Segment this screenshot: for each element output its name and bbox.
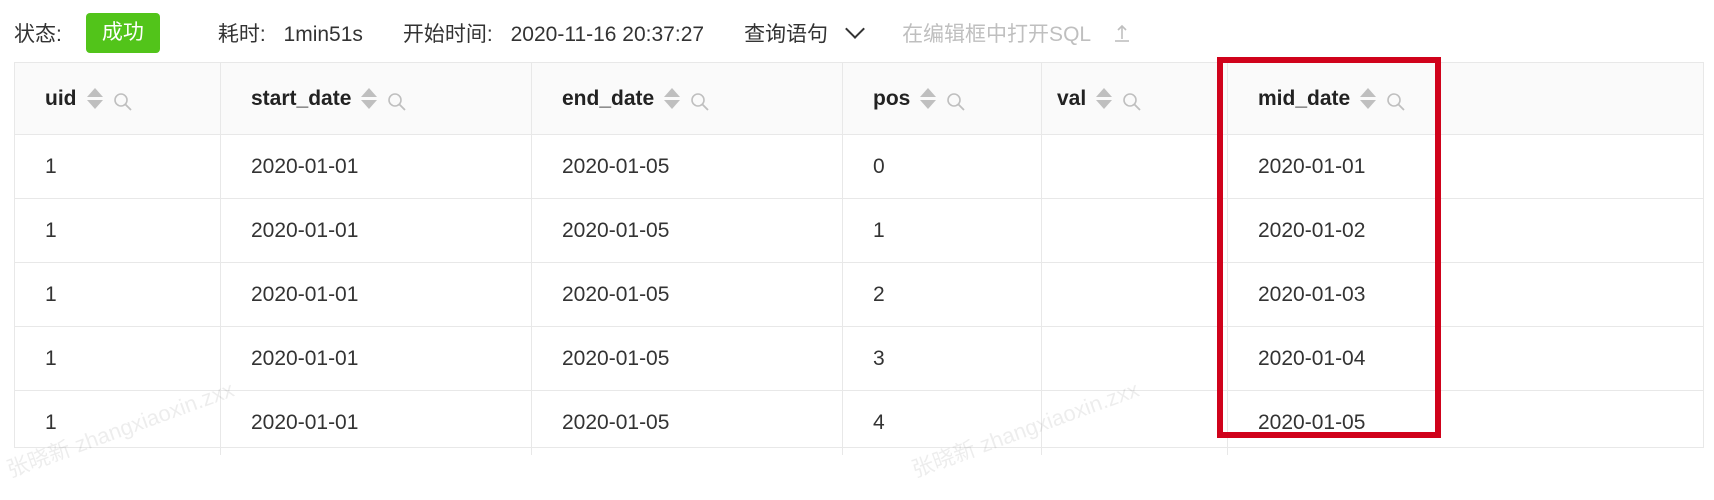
column-header-label: pos: [873, 86, 911, 110]
sort-arrows-icon[interactable]: [1096, 88, 1113, 109]
column-header-label: uid: [45, 86, 77, 110]
cell-val: [1042, 263, 1228, 326]
start-time-label: 开始时间:: [402, 23, 493, 46]
sort-arrows-icon[interactable]: [361, 88, 378, 109]
cell-pos: 0: [843, 135, 1042, 198]
start-time-value: 2020-11-16 20:37:27: [510, 23, 705, 46]
table-row: 1 2020-01-01 2020-01-05 0 2020-01-01: [15, 135, 1703, 199]
cell-end-date: 2020-01-05: [532, 135, 843, 198]
sort-arrows-icon[interactable]: [920, 88, 937, 109]
cell-uid: 1: [15, 263, 221, 326]
cell-uid: 1: [15, 199, 221, 262]
upload-icon: [1115, 24, 1130, 42]
cell-mid-date: 2020-01-01: [1258, 154, 1366, 178]
sort-arrows-icon[interactable]: [664, 88, 681, 109]
search-icon[interactable]: [690, 92, 710, 112]
cell-uid: 1: [15, 327, 221, 390]
sort-arrows-icon[interactable]: [86, 88, 103, 109]
cell-start-date: 2020-01-01: [221, 391, 532, 455]
cell-uid: 1: [15, 391, 221, 455]
query-result-page: 状态: 成功 耗时: 1min51s 开始时间: 2020-11-16 20:3…: [0, 0, 1714, 500]
search-icon[interactable]: [387, 92, 407, 112]
cell-val: [1042, 327, 1228, 390]
column-header-label: end_date: [562, 86, 655, 110]
table-row: 1 2020-01-01 2020-01-05 2 2020-01-03: [15, 263, 1703, 327]
cell-val: [1042, 391, 1228, 455]
search-icon[interactable]: [946, 92, 966, 112]
duration-value: 1min51s: [283, 23, 363, 46]
cell-mid-date: 2020-01-03: [1258, 282, 1366, 306]
search-icon[interactable]: [113, 92, 133, 112]
column-header-label: mid_date: [1258, 86, 1351, 110]
search-icon[interactable]: [1386, 92, 1406, 112]
table-row: 1 2020-01-01 2020-01-05 3 2020-01-04: [15, 327, 1703, 391]
cell-pos: 4: [843, 391, 1042, 455]
open-in-editor-label: 在编辑框中打开SQL: [902, 23, 1092, 46]
sort-arrows-icon[interactable]: [1360, 88, 1377, 109]
open-in-editor-button[interactable]: 在编辑框中打开SQL: [902, 18, 1131, 48]
column-header-label: val: [1057, 86, 1087, 110]
duration: 耗时: 1min51s: [218, 18, 363, 48]
column-header-uid[interactable]: uid: [15, 63, 221, 134]
status-badge: 成功: [85, 13, 160, 53]
column-header-label: start_date: [251, 86, 352, 110]
cell-pos: 3: [843, 327, 1042, 390]
column-header-mid-date[interactable]: mid_date: [1228, 63, 1703, 134]
status-label: 状态:: [14, 23, 62, 46]
cell-start-date: 2020-01-01: [221, 199, 532, 262]
column-header-start-date[interactable]: start_date: [221, 63, 532, 134]
cell-mid-date: 2020-01-04: [1258, 346, 1366, 370]
table-row: 1 2020-01-01 2020-01-05 1 2020-01-02: [15, 199, 1703, 263]
duration-label: 耗时:: [217, 23, 266, 46]
cell-end-date: 2020-01-05: [532, 327, 843, 390]
cell-start-date: 2020-01-01: [221, 135, 532, 198]
cell-pos: 2: [843, 263, 1042, 326]
cell-end-date: 2020-01-05: [532, 263, 843, 326]
cell-start-date: 2020-01-01: [221, 263, 532, 326]
query-statement-toggle[interactable]: 查询语句: [744, 18, 865, 48]
cell-mid-date: 2020-01-05: [1258, 411, 1366, 434]
cell-end-date: 2020-01-05: [532, 391, 843, 455]
cell-end-date: 2020-01-05: [532, 199, 843, 262]
cell-mid-date: 2020-01-02: [1258, 218, 1366, 242]
result-status-bar: 状态: 成功 耗时: 1min51s 开始时间: 2020-11-16 20:3…: [14, 10, 1131, 56]
query-statement-label: 查询语句: [744, 23, 829, 46]
search-icon[interactable]: [1122, 92, 1142, 112]
cell-val: [1042, 199, 1228, 262]
start-time: 开始时间: 2020-11-16 20:37:27: [403, 18, 704, 48]
cell-pos: 1: [843, 199, 1042, 262]
cell-val: [1042, 135, 1228, 198]
table-header-row: uid start_date end_date pos val mid_date: [15, 63, 1703, 135]
table-row: 1 2020-01-01 2020-01-05 4 2020-01-05: [15, 391, 1703, 455]
column-header-val[interactable]: val: [1042, 63, 1228, 134]
column-header-end-date[interactable]: end_date: [532, 63, 843, 134]
chevron-down-icon: [845, 19, 865, 39]
column-header-pos[interactable]: pos: [843, 63, 1042, 134]
cell-uid: 1: [15, 135, 221, 198]
result-table: uid start_date end_date pos val mid_date…: [14, 62, 1704, 455]
cell-start-date: 2020-01-01: [221, 327, 532, 390]
